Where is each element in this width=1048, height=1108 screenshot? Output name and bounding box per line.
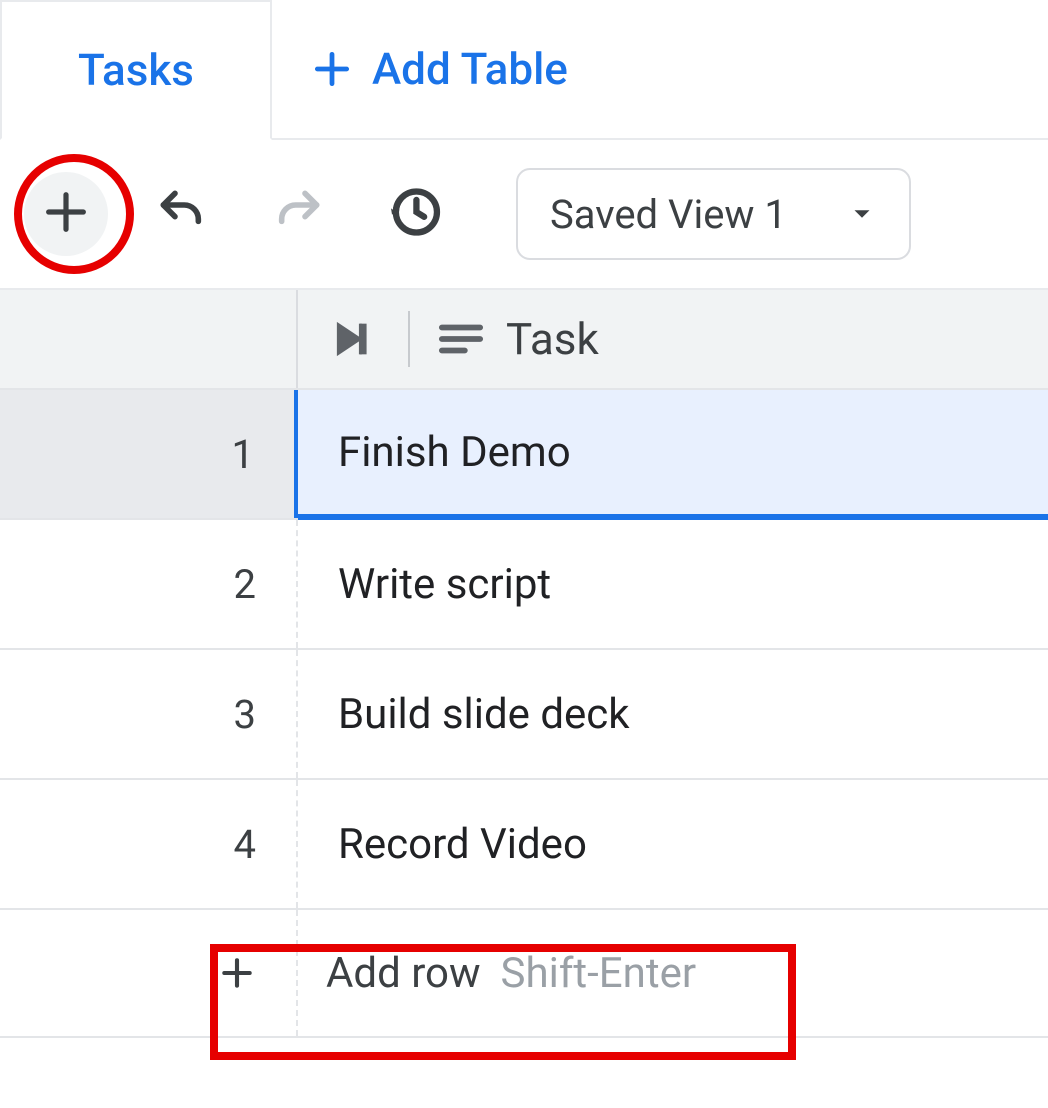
row-number[interactable]: 2 — [0, 520, 298, 648]
column-title: Task — [506, 313, 599, 365]
redo-button[interactable] — [256, 172, 340, 256]
plus-icon — [40, 186, 92, 242]
tab-label: Tasks — [78, 44, 194, 96]
table-row[interactable]: 2 Write script — [0, 520, 1048, 650]
add-table-button[interactable]: Add Table — [272, 0, 606, 138]
row-number[interactable]: 3 — [0, 650, 298, 778]
table-row[interactable]: 3 Build slide deck — [0, 650, 1048, 780]
saved-view-label: Saved View 1 — [550, 191, 787, 238]
add-button[interactable] — [24, 172, 108, 256]
add-row-label: Add row — [326, 949, 481, 998]
text-column-icon — [438, 321, 484, 357]
undo-button[interactable] — [140, 172, 224, 256]
table-header-row: Task — [0, 290, 1048, 390]
saved-view-selector[interactable]: Saved View 1 — [516, 168, 911, 260]
toolbar: Saved View 1 — [0, 140, 1048, 290]
tab-tasks[interactable]: Tasks — [0, 0, 272, 140]
cell-task[interactable]: Finish Demo — [298, 390, 1048, 520]
add-row-hint: Shift-Enter — [501, 949, 697, 998]
table-row[interactable]: 1 Finish Demo — [0, 390, 1048, 520]
column-header-task[interactable]: Task — [298, 290, 1048, 388]
plus-icon — [310, 47, 354, 91]
redo-icon — [270, 184, 326, 244]
plus-icon — [218, 954, 256, 992]
chevron-down-icon — [847, 199, 877, 229]
cell-task[interactable]: Build slide deck — [298, 650, 1048, 778]
cell-task[interactable]: Record Video — [298, 780, 1048, 908]
row-number[interactable]: 4 — [0, 780, 298, 908]
add-row-button[interactable]: Add row Shift-Enter — [0, 910, 1048, 1038]
rownum-header[interactable] — [0, 290, 298, 388]
column-divider — [408, 311, 410, 367]
cell-task[interactable]: Write script — [298, 520, 1048, 648]
undo-icon — [154, 184, 210, 244]
row-number[interactable]: 1 — [0, 390, 298, 518]
expand-right-icon — [334, 319, 380, 359]
add-table-label: Add Table — [372, 43, 568, 95]
table-row[interactable]: 4 Record Video — [0, 780, 1048, 910]
history-icon — [385, 183, 443, 245]
table-tabs-bar: Tasks Add Table — [0, 0, 1048, 140]
history-button[interactable] — [372, 172, 456, 256]
